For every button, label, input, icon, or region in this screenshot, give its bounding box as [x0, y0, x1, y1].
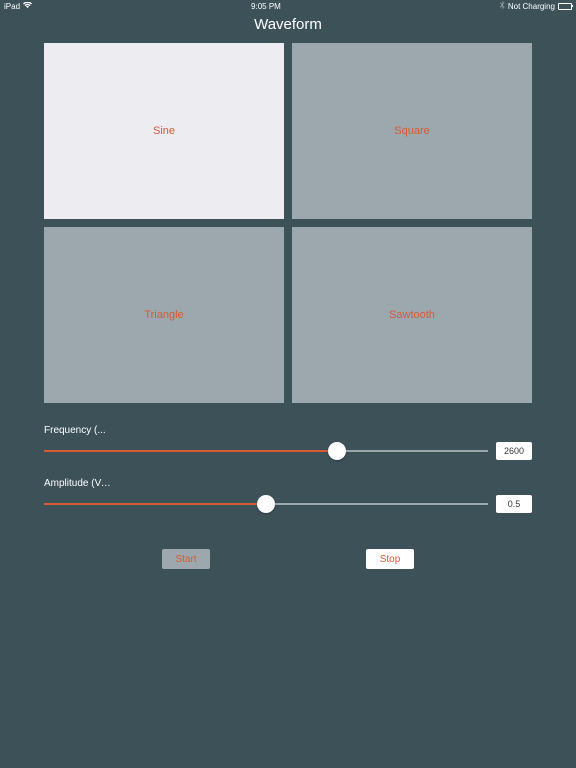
waveform-sawtooth[interactable]: Sawtooth — [292, 227, 532, 403]
status-time: 9:05 PM — [251, 2, 281, 11]
waveform-grid: Sine Square Triangle Sawtooth — [44, 43, 532, 403]
stop-button-label: Stop — [380, 554, 401, 565]
amplitude-value[interactable]: 0.5 — [496, 495, 532, 513]
start-button-label: Start — [175, 554, 196, 565]
wifi-icon — [23, 2, 32, 11]
waveform-label: Triangle — [144, 309, 183, 321]
amplitude-slider[interactable] — [44, 495, 488, 513]
device-label: iPad — [4, 2, 20, 11]
frequency-value[interactable]: 2600 — [496, 442, 532, 460]
frequency-label: Frequency (... — [44, 425, 116, 436]
status-right: Not Charging — [500, 1, 572, 11]
waveform-label: Sawtooth — [389, 309, 435, 321]
amplitude-label: Amplitude (Volu... — [44, 478, 116, 489]
status-bar: iPad 9:05 PM Not Charging — [0, 0, 576, 12]
amplitude-control: Amplitude (Volu... 0.5 — [44, 478, 532, 513]
waveform-square[interactable]: Square — [292, 43, 532, 219]
waveform-label: Square — [394, 125, 429, 137]
charge-status: Not Charging — [508, 2, 555, 11]
waveform-label: Sine — [153, 125, 175, 137]
waveform-sine[interactable]: Sine — [44, 43, 284, 219]
status-left: iPad — [4, 2, 32, 11]
bluetooth-icon — [500, 1, 505, 11]
waveform-triangle[interactable]: Triangle — [44, 227, 284, 403]
page-title: Waveform — [0, 12, 576, 43]
battery-icon — [558, 3, 572, 10]
stop-button[interactable]: Stop — [366, 549, 414, 569]
start-button[interactable]: Start — [162, 549, 210, 569]
frequency-slider[interactable] — [44, 442, 488, 460]
frequency-control: Frequency (... 2600 — [44, 425, 532, 460]
